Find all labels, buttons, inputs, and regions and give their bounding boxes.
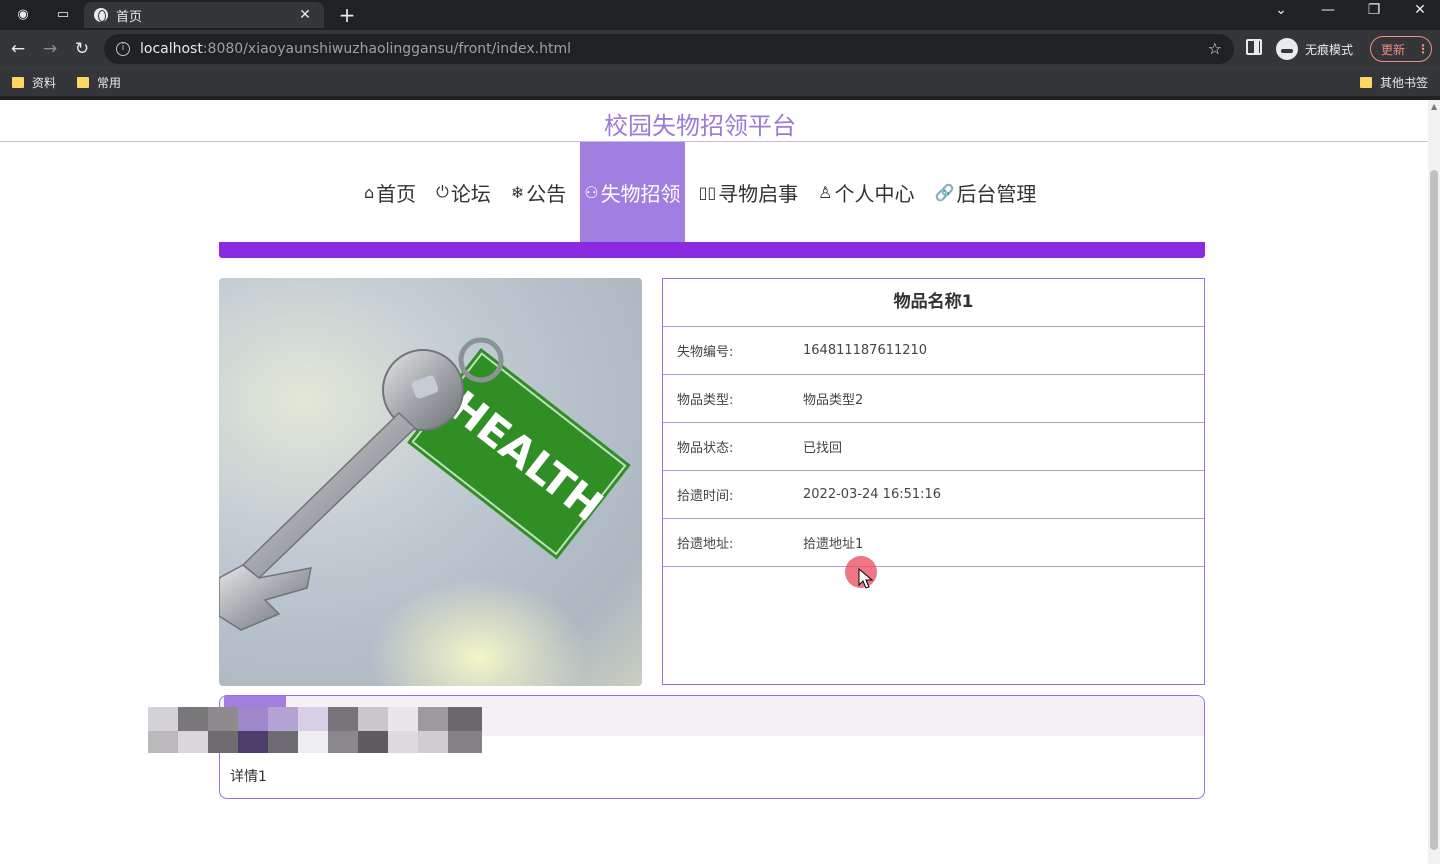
nav-home[interactable]: ⌂ 首页 xyxy=(358,142,422,242)
tab-search-icon[interactable]: ▭ xyxy=(52,4,74,24)
info-label: 拾遗地址: xyxy=(677,537,734,552)
info-value: 物品类型2 xyxy=(803,393,864,408)
close-window-button[interactable]: ✕ xyxy=(1405,2,1435,24)
bookmark-label: 资料 xyxy=(32,76,57,90)
info-value: 164811187611210 xyxy=(803,343,928,358)
nav-lost-found[interactable]: ⚇ 失物招领 xyxy=(580,142,685,242)
nav-label: 公告 xyxy=(526,181,567,206)
web-page: 校园失物招领平台 ⌂ 首页 ⏻ 论坛 ❄ 公告 ⚇ 失物招领 ▯▯ 寻物启事 ♙… xyxy=(0,100,1428,864)
item-name: 物品名称1 xyxy=(663,279,1204,327)
folder-icon xyxy=(1360,77,1372,88)
minimize-button[interactable]: — xyxy=(1313,2,1343,24)
bookmark-star-icon[interactable]: ☆ xyxy=(1208,39,1222,58)
key-image: HEALTH xyxy=(219,337,631,631)
bookmark-folder-1[interactable]: 常用 xyxy=(77,74,121,91)
item-photo: HEALTH xyxy=(219,278,642,686)
forward-button[interactable]: → xyxy=(38,37,62,61)
info-label: 物品状态: xyxy=(677,441,734,456)
tab-list-icon[interactable]: ⌄ xyxy=(1266,2,1296,24)
accent-bar xyxy=(219,242,1205,258)
site-globe-icon xyxy=(94,8,108,22)
nav-label: 后台管理 xyxy=(956,181,1037,206)
nav-label: 首页 xyxy=(376,181,417,206)
browser-toolbar: ← → ↻ i localhost :8080/xiaoyaunshiwuzha… xyxy=(0,30,1440,68)
user-icon: ♙ xyxy=(818,182,833,202)
page-scrollbar[interactable]: ▲ xyxy=(1428,100,1440,864)
restore-button[interactable]: ❐ xyxy=(1359,2,1389,24)
nav-label: 论坛 xyxy=(450,181,491,206)
url-path: :8080/xiaoyaunshiwuzhaolinggansu/front/i… xyxy=(202,41,572,57)
address-bar[interactable]: i localhost :8080/xiaoyaunshiwuzhaolingg… xyxy=(104,34,1234,64)
info-value: 已找回 xyxy=(803,441,843,456)
scrollbar-thumb[interactable] xyxy=(1430,170,1438,850)
nav-label: 失物招领 xyxy=(600,181,681,206)
bookmark-folder-0[interactable]: 资料 xyxy=(12,74,56,91)
info-label: 拾遗时间: xyxy=(677,489,734,504)
nav-forum[interactable]: ⏻ 论坛 xyxy=(430,142,497,242)
tab-title: 首页 xyxy=(116,9,143,25)
info-row-time: 拾遗时间: 2022-03-24 16:51:16 xyxy=(663,471,1204,519)
browser-chrome: ◉ ▭ 首页 ✕ + ⌄ — ❐ ✕ ← → ↻ i localhost :80… xyxy=(0,0,1440,100)
info-row-address: 拾遗地址: 拾遗地址1 xyxy=(663,519,1204,567)
info-row-id: 失物编号: 164811187611210 xyxy=(663,327,1204,375)
info-row-status: 物品状态: 已找回 xyxy=(663,423,1204,471)
folder-icon xyxy=(12,77,24,88)
incognito-indicator[interactable]: 无痕模式 xyxy=(1276,35,1353,63)
tab-strip: ◉ ▭ 首页 ✕ + ⌄ — ❐ ✕ xyxy=(0,0,1440,28)
folder-icon xyxy=(77,77,89,88)
home-icon: ⌂ xyxy=(364,182,375,202)
info-label: 失物编号: xyxy=(677,345,734,360)
site-title: 校园失物招领平台 xyxy=(604,112,796,140)
browser-tab[interactable]: 首页 ✕ xyxy=(84,2,324,28)
power-icon: ⏻ xyxy=(436,182,449,201)
item-info-panel: 物品名称1 失物编号: 164811187611210 物品类型: 物品类型2 … xyxy=(662,278,1205,685)
pixelated-overlay xyxy=(148,707,484,753)
detail-content: 详情1 xyxy=(230,769,267,785)
url-host: localhost xyxy=(140,41,203,57)
menu-dots-icon: ⋮ xyxy=(1417,42,1430,56)
update-button[interactable]: 更新 ⋮ xyxy=(1370,36,1432,62)
close-tab-icon[interactable]: ✕ xyxy=(296,7,314,23)
mouse-cursor-icon xyxy=(858,568,874,589)
update-label: 更新 xyxy=(1381,42,1406,57)
back-button[interactable]: ← xyxy=(6,37,30,61)
palette-icon: ⚇ xyxy=(584,182,599,202)
new-tab-button[interactable]: + xyxy=(336,3,358,27)
info-value: 2022-03-24 16:51:16 xyxy=(803,487,942,502)
snowflake-icon: ❄ xyxy=(510,182,525,202)
other-bookmarks-label: 其他书签 xyxy=(1380,76,1429,90)
bookmarks-bar: 资料 常用 其他书签 xyxy=(0,68,1440,96)
nav-label: 个人中心 xyxy=(834,181,915,206)
main-nav: ⌂ 首页 ⏻ 论坛 ❄ 公告 ⚇ 失物招领 ▯▯ 寻物启事 ♙ 个人中心 🔗 后… xyxy=(358,142,1050,242)
nav-admin[interactable]: 🔗 后台管理 xyxy=(929,142,1043,242)
globe-icon[interactable]: ◉ xyxy=(12,4,34,24)
nav-lost-notice[interactable]: ▯▯ 寻物启事 xyxy=(693,142,805,242)
side-panel-icon[interactable] xyxy=(1246,39,1262,55)
reload-button[interactable]: ↻ xyxy=(70,37,94,61)
nav-profile[interactable]: ♙ 个人中心 xyxy=(812,142,920,242)
incognito-label: 无痕模式 xyxy=(1305,42,1354,57)
info-value: 拾遗地址1 xyxy=(803,537,864,552)
link-icon: 🔗 xyxy=(934,182,955,202)
other-bookmarks-folder[interactable]: 其他书签 xyxy=(1360,74,1428,91)
info-label: 物品类型: xyxy=(677,393,734,408)
nav-notice[interactable]: ❄ 公告 xyxy=(505,142,572,242)
bookmark-label: 常用 xyxy=(97,76,122,90)
nav-label: 寻物启事 xyxy=(718,181,799,206)
site-info-icon[interactable]: i xyxy=(116,42,130,56)
columns-icon: ▯▯ xyxy=(698,182,717,202)
incognito-icon xyxy=(1276,38,1298,60)
scroll-up-arrow-icon[interactable]: ▲ xyxy=(1431,102,1437,111)
info-row-type: 物品类型: 物品类型2 xyxy=(663,375,1204,423)
